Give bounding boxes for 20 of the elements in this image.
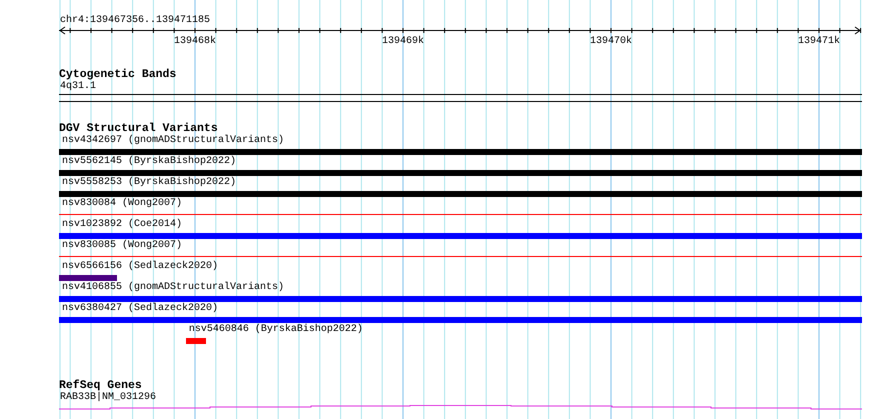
variant-label: nsv6566156 (Sedlazeck2020): [61, 261, 218, 273]
variant-label: nsv5562145 (ByrskaBishop2022): [61, 156, 236, 168]
ruler-title: chr4:139467356..139471185: [59, 14, 212, 27]
ruler-label: 139468k: [174, 36, 216, 48]
track-title: Cytogenetic Bands: [59, 68, 178, 81]
band-label: 4q31.1: [59, 81, 96, 93]
variant-label: nsv4342697 (gnomADStructuralVariants): [61, 135, 284, 147]
gene-label: RAB33B|NM_031296: [59, 392, 156, 404]
variant-label: nsv6380427 (Sedlazeck2020): [61, 303, 218, 315]
variant-label: nsv5460846 (ByrskaBishop2022): [188, 324, 363, 336]
variant-label: nsv1023892 (Coe2014): [61, 219, 182, 231]
variant-label: nsv830085 (Wong2007): [61, 240, 182, 252]
track-title: RefSeq Genes: [59, 379, 142, 392]
variant-label: nsv5558253 (ByrskaBishop2022): [61, 177, 236, 189]
variant-label: nsv4106855 (gnomADStructuralVariants): [61, 282, 284, 294]
ruler-label: 139470k: [590, 36, 632, 48]
ruler-label: 139469k: [382, 36, 424, 48]
ruler-label: 139471k: [798, 36, 840, 48]
variant-label: nsv830084 (Wong2007): [61, 198, 182, 210]
track-title: DGV Structural Variants: [59, 122, 218, 135]
